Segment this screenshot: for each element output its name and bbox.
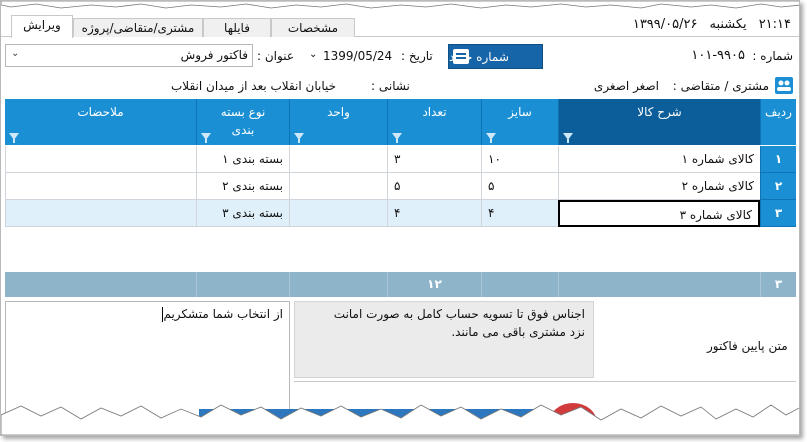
right-note-panel[interactable]: اجناس فوق تا تسویه حساب کامل به صورت اما… (294, 301, 594, 378)
size-cell[interactable]: ۱۰ (481, 146, 558, 173)
filter-icon[interactable] (486, 133, 496, 143)
tab-edit[interactable]: ویرایش (11, 15, 73, 38)
number-label: شماره : (752, 49, 793, 63)
qty-cell[interactable]: ۵ (387, 173, 481, 200)
title-label: عنوان : (257, 49, 294, 63)
col-quantity[interactable]: تعداد (387, 99, 481, 145)
row-number: ۱ (760, 146, 796, 173)
date-value[interactable]: 1399/05/24 (323, 49, 392, 63)
pack-cell[interactable]: بسته بندی ۱ (196, 146, 289, 173)
pack-cell[interactable]: بسته بندی ۲ (196, 173, 289, 200)
date-dropdown-chevron-icon[interactable]: ⌄ (309, 49, 317, 60)
right-note-line-1: اجناس فوق تا تسویه حساب کامل به صورت اما… (333, 307, 585, 321)
table-row[interactable]: ۱ کالای شماره ۱ ۱۰ ۳ بسته بندی ۱ (5, 146, 796, 173)
row-number: ۲ (760, 173, 796, 200)
tab-files[interactable]: فایلها (203, 18, 271, 37)
footer-cell (5, 272, 196, 297)
new-number-button[interactable]: شماره جدید (448, 44, 543, 69)
address-value[interactable]: خیابان انقلاب بعد از میدان انقلاب (171, 79, 336, 93)
items-grid: ردیف شرح کالا سایز تعداد واحد نوع بسته ب… (5, 99, 796, 297)
unit-cell[interactable] (289, 200, 387, 227)
tab-specifications[interactable]: مشخصات (271, 18, 355, 37)
filter-icon[interactable] (563, 133, 573, 143)
title-select[interactable]: ⌄ فاکتور فروش (5, 44, 253, 67)
tab-customer-project[interactable]: مشتری/متقاضی/پروژه (73, 18, 203, 37)
list-icon (453, 49, 469, 64)
table-row-selected[interactable]: ۳ کالای شماره ۳ ۴ ۴ بسته بندی ۳ (5, 200, 796, 227)
col-item-description[interactable]: شرح کالا (558, 99, 760, 145)
clock: ۲۱:۱۴ یکشنبه ۱۳۹۹/۰۵/۲۶ (621, 17, 791, 32)
notes-cell[interactable] (5, 200, 196, 227)
size-cell[interactable]: ۴ (481, 200, 558, 227)
torn-edge-top (1, 1, 799, 9)
col-notes[interactable]: ملاحضات (5, 99, 196, 145)
invoice-header: شماره : ۱۰۱-۹۹۰۵ شماره جدید تاریخ : 1399… (1, 39, 799, 95)
notes-cell[interactable] (5, 146, 196, 173)
col-size[interactable]: سایز (481, 99, 558, 145)
tab-bar: ویرایش مشتری/متقاضی/پروژه فایلها مشخصات … (1, 11, 799, 38)
footer-cell (481, 272, 558, 297)
col-unit[interactable]: واحد (289, 99, 387, 145)
date-label: تاریخ : (401, 49, 433, 63)
col-row[interactable]: ردیف (760, 99, 796, 145)
left-note-text: از انتخاب شما متشکریم (163, 307, 283, 321)
title-value: فاکتور فروش (180, 48, 248, 62)
customer-icon[interactable] (775, 77, 793, 94)
grid-header: ردیف شرح کالا سایز تعداد واحد نوع بسته ب… (5, 99, 796, 145)
row-number: ۳ (760, 200, 796, 227)
address-label: نشانی : (371, 79, 410, 93)
clock-day: یکشنبه (709, 17, 747, 32)
clock-time: ۲۱:۱۴ (758, 17, 791, 32)
grid-footer: ۳ ۱۲ (5, 272, 796, 297)
footer-cell (289, 272, 387, 297)
invoice-window: ویرایش مشتری/متقاضی/پروژه فایلها مشخصات … (0, 0, 800, 436)
clock-date: ۱۳۹۹/۰۵/۲۶ (632, 17, 698, 32)
torn-edge-bottom (1, 404, 799, 435)
footer-cell (196, 272, 289, 297)
unit-cell[interactable] (289, 173, 387, 200)
divider (294, 381, 796, 382)
footer-text-label: متن پایین فاکتور (707, 339, 788, 353)
footer-cell (558, 272, 760, 297)
filter-icon[interactable] (201, 133, 211, 143)
pack-cell[interactable]: بسته بندی ۳ (196, 200, 289, 227)
item-cell[interactable]: کالای شماره ۲ (558, 173, 760, 200)
customer-label: مشتری / متقاضی : (672, 79, 769, 93)
chevron-down-icon: ⌄ (11, 48, 20, 59)
item-cell-focused[interactable]: کالای شماره ۳ (558, 200, 760, 227)
col-package-type[interactable]: نوع بسته بندی (196, 99, 289, 145)
filter-icon[interactable] (392, 133, 402, 143)
invoice-number[interactable]: ۱۰۱-۹۹۰۵ (691, 48, 745, 63)
footer-row-count: ۳ (760, 272, 796, 297)
notes-cell[interactable] (5, 173, 196, 200)
unit-cell[interactable] (289, 146, 387, 173)
table-row[interactable]: ۲ کالای شماره ۲ ۵ ۵ بسته بندی ۲ (5, 173, 796, 200)
item-cell[interactable]: کالای شماره ۱ (558, 146, 760, 173)
footer-qty-total: ۱۲ (387, 272, 481, 297)
filter-icon[interactable] (294, 133, 304, 143)
qty-cell[interactable]: ۴ (387, 200, 481, 227)
customer-value[interactable]: اصغر اصغری (594, 79, 659, 93)
qty-cell[interactable]: ۳ (387, 146, 481, 173)
filter-icon[interactable] (9, 133, 19, 143)
size-cell[interactable]: ۵ (481, 173, 558, 200)
text-caret (162, 307, 163, 322)
right-note-line-2: نزد مشتری باقی می مانند. (451, 325, 585, 339)
